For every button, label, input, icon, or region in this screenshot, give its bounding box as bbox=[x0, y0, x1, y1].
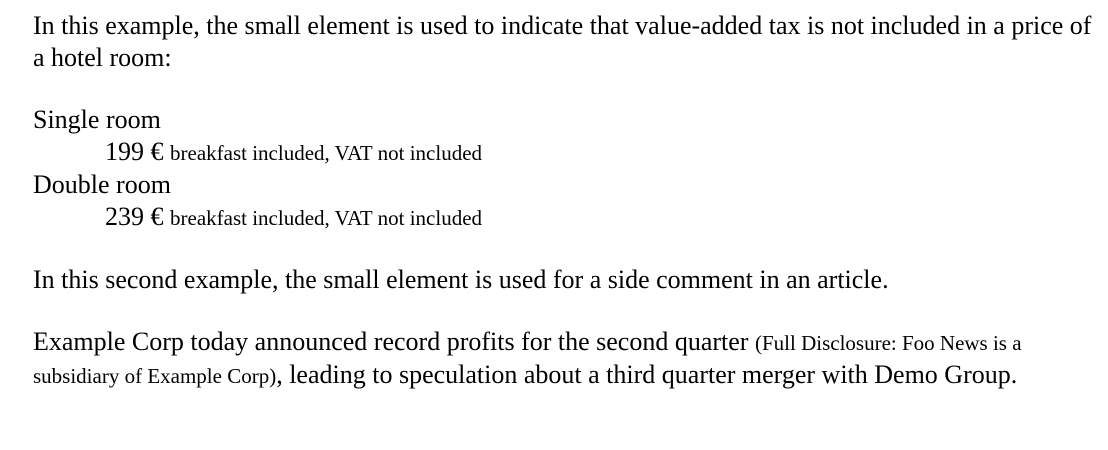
room-name-double: Double room bbox=[33, 170, 171, 199]
price-note: breakfast included, VAT not included bbox=[170, 141, 483, 165]
price-value: 199 € bbox=[105, 137, 164, 166]
second-example-paragraph: In this second example, the small elemen… bbox=[33, 265, 889, 294]
intro-paragraph: In this example, the small element is us… bbox=[33, 11, 1092, 72]
room-name-single: Single room bbox=[33, 105, 161, 134]
room-price-single: 199 € breakfast included, VAT not includ… bbox=[105, 136, 1098, 169]
article-text-before: Example Corp today announced record prof… bbox=[33, 327, 749, 356]
price-note: breakfast included, VAT not included bbox=[170, 206, 483, 230]
article-text-after: , leading to speculation about a third q… bbox=[276, 360, 1018, 389]
article-paragraph: Example Corp today announced record prof… bbox=[33, 326, 1098, 392]
room-price-double: 239 € breakfast included, VAT not includ… bbox=[105, 201, 1098, 234]
room-price-list: Single room 199 € breakfast included, VA… bbox=[33, 104, 1098, 234]
document-body: In this example, the small element is us… bbox=[33, 10, 1098, 392]
price-value: 239 € bbox=[105, 202, 164, 231]
